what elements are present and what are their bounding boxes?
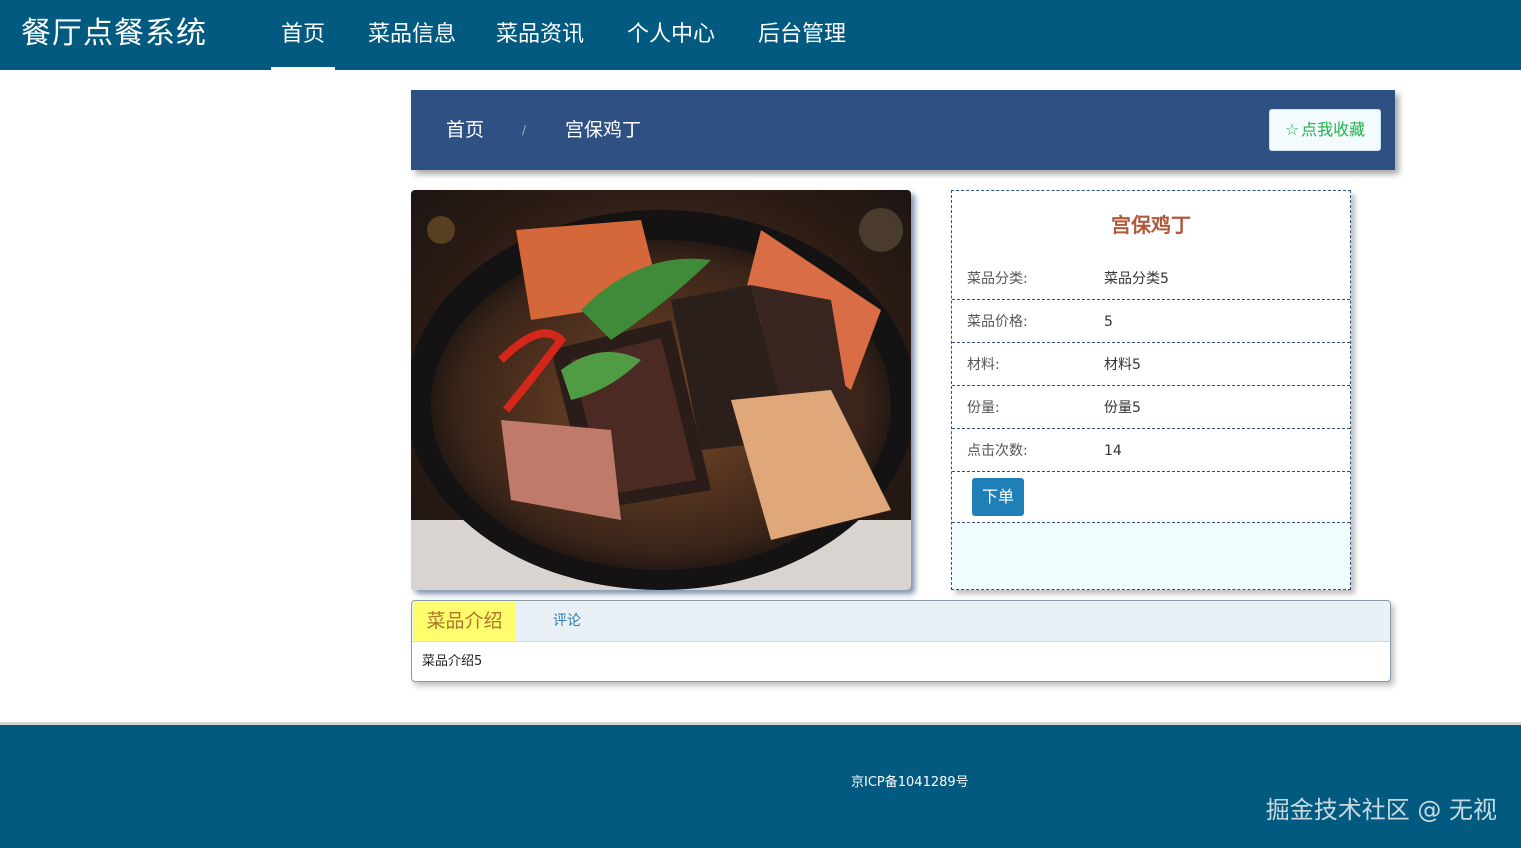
watermark: 掘金技术社区 @ 无视 xyxy=(1265,796,1497,824)
favorite-button[interactable]: ☆ 点我收藏 xyxy=(1269,109,1381,151)
dish-title: 宫保鸡丁 xyxy=(1111,213,1191,237)
tab-dish-intro[interactable]: 菜品介绍 xyxy=(413,602,516,641)
info-label: 点击次数: xyxy=(967,443,1028,459)
site-brand[interactable]: 餐厅点餐系统 xyxy=(21,14,207,54)
tab-comments[interactable]: 评论 xyxy=(553,612,581,630)
panel-bottom-area xyxy=(952,523,1350,589)
info-value: 5 xyxy=(1104,314,1113,330)
info-value: 份量5 xyxy=(1104,400,1141,416)
footer: 京ICP备1041289号 掘金技术社区 @ 无视 xyxy=(0,722,1521,848)
dish-photo xyxy=(411,190,911,590)
breadcrumb-separator: / xyxy=(522,123,527,137)
nav-dish-info[interactable]: 菜品信息 xyxy=(368,18,456,52)
icp-record[interactable]: 京ICP备1041289号 xyxy=(851,775,969,791)
info-value: 14 xyxy=(1104,443,1122,459)
tab-content: 菜品介绍5 xyxy=(422,654,483,669)
info-row-ingredients: 材料: 材料5 xyxy=(952,343,1350,386)
info-value: 材料5 xyxy=(1104,357,1141,373)
dish-tabs: 菜品介绍 评论 菜品介绍5 xyxy=(411,600,1391,682)
info-row-portion: 份量: 份量5 xyxy=(952,386,1350,429)
info-row-price: 菜品价格: 5 xyxy=(952,300,1350,343)
order-button[interactable]: 下单 xyxy=(972,478,1024,516)
breadcrumb: 首页 / 宫保鸡丁 ☆ 点我收藏 xyxy=(411,90,1395,170)
breadcrumb-current: 宫保鸡丁 xyxy=(565,119,642,141)
tab-header: 菜品介绍 评论 xyxy=(412,601,1390,642)
nav-admin[interactable]: 后台管理 xyxy=(758,18,846,52)
breadcrumb-home[interactable]: 首页 xyxy=(446,118,484,142)
info-value: 菜品分类5 xyxy=(1104,271,1169,287)
dish-info-panel: 宫保鸡丁 菜品分类: 菜品分类5 菜品价格: 5 材料: 材料5 份量: 份量5… xyxy=(951,190,1351,590)
top-navbar: 餐厅点餐系统 首页 菜品信息 菜品资讯 个人中心 后台管理 xyxy=(0,0,1521,70)
dish-image xyxy=(411,190,911,590)
info-label: 份量: xyxy=(967,400,1000,416)
nav-dish-news[interactable]: 菜品资讯 xyxy=(496,18,584,52)
info-label: 菜品价格: xyxy=(967,314,1028,330)
info-label: 菜品分类: xyxy=(967,271,1028,287)
nav-personal-center[interactable]: 个人中心 xyxy=(627,18,715,52)
star-outline-icon: ☆ xyxy=(1284,120,1300,139)
nav-home[interactable]: 首页 xyxy=(270,18,336,70)
favorite-label: 点我收藏 xyxy=(1301,120,1366,139)
info-row-category: 菜品分类: 菜品分类5 xyxy=(952,257,1350,300)
info-row-clicks: 点击次数: 14 xyxy=(952,429,1350,472)
info-label: 材料: xyxy=(967,357,1000,373)
